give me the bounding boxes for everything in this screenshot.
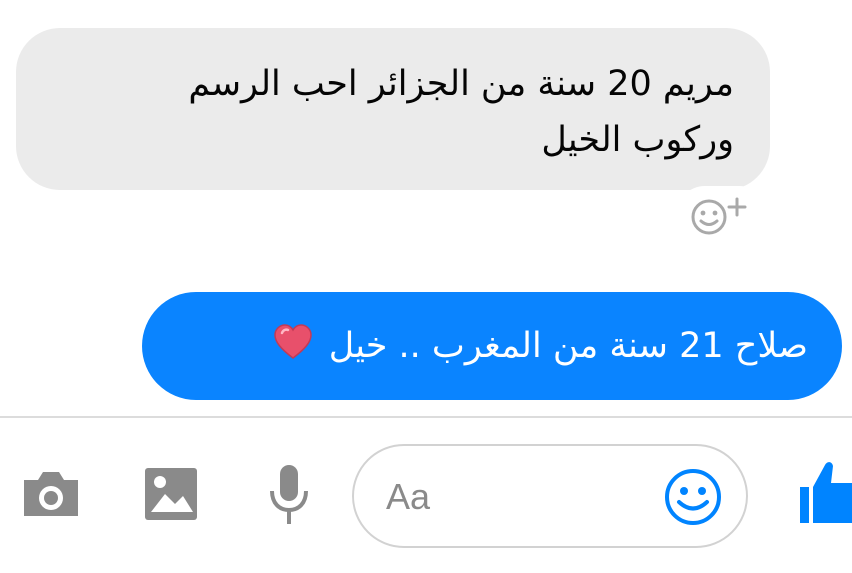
thumbs-up-button[interactable] bbox=[798, 456, 852, 528]
incoming-message-line-1: مريم 20 سنة من الجزائر احب الرسم bbox=[188, 64, 734, 104]
message-input[interactable] bbox=[384, 466, 648, 528]
message-input-container bbox=[352, 444, 748, 548]
image-icon bbox=[145, 468, 197, 520]
emoji-button[interactable] bbox=[662, 466, 724, 528]
microphone-icon bbox=[270, 465, 308, 524]
conversation-area: مريم 20 سنة من الجزائر احب الرسم وركوب ا… bbox=[0, 0, 852, 418]
add-reaction-button[interactable] bbox=[676, 186, 768, 244]
camera-button[interactable] bbox=[18, 464, 84, 524]
image-button[interactable] bbox=[140, 464, 202, 524]
emoji-icon bbox=[665, 469, 721, 525]
message-composer bbox=[0, 418, 852, 573]
red-heart-icon bbox=[273, 323, 313, 369]
outgoing-message-text: صلاح 21 سنة من المغرب .. خيل bbox=[328, 326, 808, 366]
incoming-message-bubble[interactable]: مريم 20 سنة من الجزائر احب الرسم وركوب ا… bbox=[16, 28, 770, 190]
add-reaction-icon bbox=[691, 197, 747, 235]
microphone-button[interactable] bbox=[258, 462, 320, 528]
camera-icon bbox=[24, 472, 78, 516]
thumbs-up-icon bbox=[800, 462, 852, 523]
outgoing-message-bubble[interactable]: صلاح 21 سنة من المغرب .. خيل bbox=[142, 292, 842, 400]
incoming-message-line-2: وركوب الخيل bbox=[541, 120, 734, 160]
